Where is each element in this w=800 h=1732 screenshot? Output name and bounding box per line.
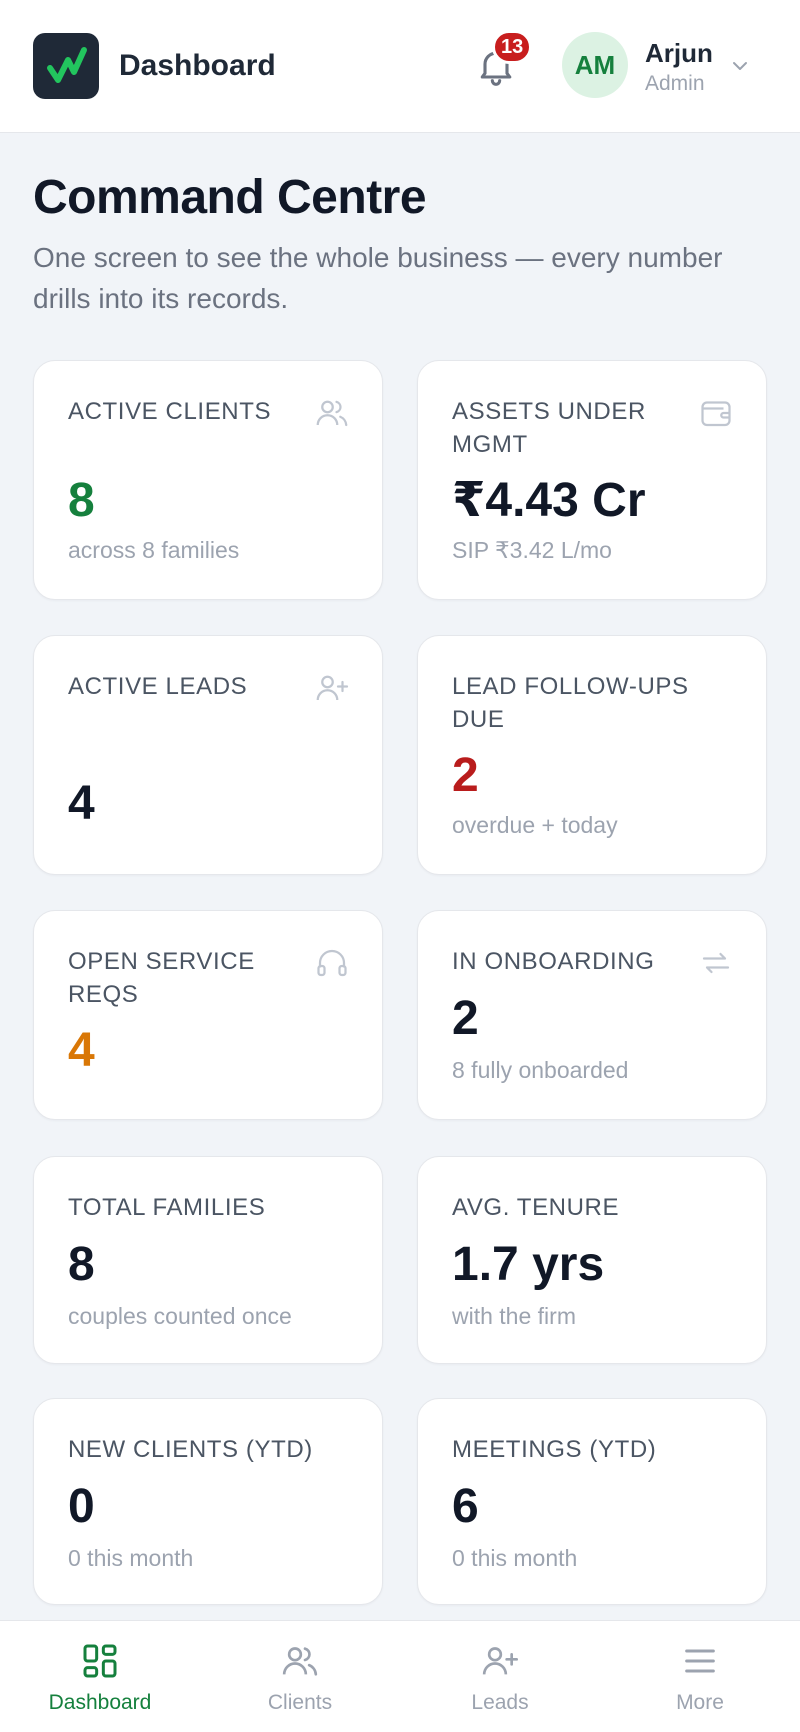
stat-card-lead-followups[interactable]: LEAD FOLLOW-UPS DUE 2 overdue + today — [417, 635, 767, 875]
users-icon — [316, 400, 348, 427]
nav-label: Dashboard — [48, 1691, 152, 1714]
bottom-nav: Dashboard Clients Leads More — [0, 1620, 800, 1732]
grid-icon — [83, 1644, 117, 1678]
user-plus-icon — [482, 1647, 518, 1675]
card-value: 2 — [452, 749, 479, 802]
card-value: ₹4.43 Cr — [452, 474, 646, 527]
card-subtext: overdue + today — [452, 812, 618, 838]
card-value: 6 — [452, 1480, 479, 1533]
stat-card-avg-tenure[interactable]: AVG. TENURE 1.7 yrs with the firm — [417, 1156, 767, 1364]
avatar[interactable]: AM — [562, 32, 628, 98]
card-value: 8 — [68, 1238, 95, 1291]
card-subtext: 8 fully onboarded — [452, 1057, 629, 1083]
user-plus-icon — [316, 675, 349, 701]
stat-card-aum[interactable]: ASSETS UNDER MGMT ₹4.43 Cr SIP ₹3.42 L/m… — [417, 360, 767, 600]
users-icon — [282, 1647, 318, 1676]
card-value: 4 — [68, 777, 95, 830]
stat-card-meetings[interactable]: MEETINGS (YTD) 6 0 this month — [417, 1398, 767, 1605]
card-label: ASSETS UNDER MGMT — [452, 398, 646, 458]
nav-item-more[interactable]: More — [600, 1621, 800, 1732]
user-name[interactable]: Arjun — [645, 38, 713, 69]
card-subtext: 0 this month — [68, 1545, 194, 1571]
page-title: Command Centre — [33, 171, 427, 224]
chevron-down-icon[interactable] — [728, 54, 752, 78]
page-subtitle: One screen to see the whole business — e… — [33, 242, 723, 314]
stat-card-onboarding[interactable]: IN ONBOARDING 2 8 fully onboarded — [417, 910, 767, 1120]
card-value: 1.7 yrs — [452, 1238, 605, 1291]
nav-item-leads[interactable]: Leads — [400, 1621, 600, 1732]
notification-badge: 13 — [492, 30, 533, 64]
stat-card-total-families[interactable]: TOTAL FAMILIES 8 couples counted once — [33, 1156, 383, 1364]
card-value: 8 — [68, 474, 95, 527]
nav-item-clients[interactable]: Clients — [200, 1621, 400, 1732]
card-label: MEETINGS (YTD) — [452, 1436, 657, 1463]
card-label: NEW CLIENTS (YTD) — [68, 1436, 313, 1463]
nav-label: Clients — [267, 1691, 333, 1714]
card-subtext: couples counted once — [68, 1303, 292, 1329]
app-logo[interactable] — [33, 33, 99, 99]
repeat-icon — [702, 952, 730, 974]
stat-card-active-leads[interactable]: ACTIVE LEADS 4 — [33, 635, 383, 875]
user-role: Admin — [645, 72, 705, 95]
stat-card-new-clients[interactable]: NEW CLIENTS (YTD) 0 0 this month — [33, 1398, 383, 1605]
card-label: ACTIVE CLIENTS — [68, 398, 272, 425]
card-subtext: 0 this month — [452, 1545, 578, 1571]
card-value: 4 — [68, 1024, 95, 1077]
top-bar: Dashboard 13 AM Arjun Admin — [0, 0, 800, 133]
stat-card-service-reqs[interactable]: OPEN SERVICE REQS 4 — [33, 910, 383, 1120]
app-title: Dashboard — [119, 49, 276, 82]
menu-icon — [685, 1649, 715, 1673]
nav-label: More — [676, 1691, 724, 1714]
stat-card-active-clients[interactable]: ACTIVE CLIENTS 8 across 8 families — [33, 360, 383, 600]
card-label: AVG. TENURE — [452, 1194, 620, 1221]
card-value: 0 — [68, 1480, 95, 1533]
card-label: OPEN SERVICE REQS — [68, 948, 255, 1008]
headphones-icon — [317, 949, 347, 977]
card-label: TOTAL FAMILIES — [68, 1194, 266, 1221]
card-value: 2 — [452, 992, 479, 1045]
trend-icon — [47, 47, 87, 83]
nav-label: Leads — [471, 1691, 529, 1714]
card-subtext: SIP ₹3.42 L/mo — [452, 537, 612, 563]
card-label: ACTIVE LEADS — [68, 673, 248, 700]
card-subtext: with the firm — [452, 1303, 576, 1329]
wallet-icon — [701, 401, 731, 427]
nav-item-dashboard[interactable]: Dashboard — [0, 1621, 200, 1732]
card-subtext: across 8 families — [68, 537, 240, 563]
card-label: IN ONBOARDING — [452, 948, 655, 975]
card-label: LEAD FOLLOW-UPS DUE — [452, 673, 689, 733]
